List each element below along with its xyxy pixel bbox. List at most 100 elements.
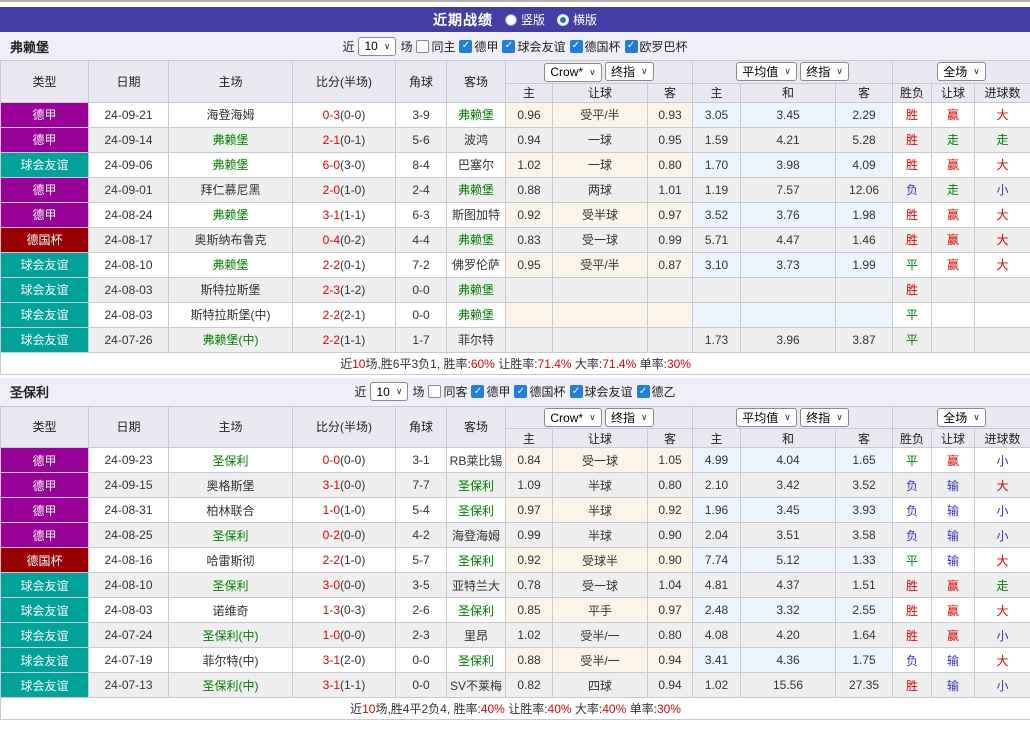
odds-provider-select[interactable]: Crow* ∨	[544, 62, 602, 82]
score-cell[interactable]: 1-0(1-0)	[292, 497, 396, 523]
score-cell[interactable]: 0-0(0-0)	[292, 447, 396, 473]
score-cell[interactable]: 2-1(0-1)	[292, 126, 396, 153]
away-team-cell[interactable]: 圣保利	[446, 497, 506, 523]
league-filter-checkbox[interactable]: ✓	[569, 385, 583, 398]
league-filter[interactable]: ✓ 德甲	[471, 383, 510, 400]
away-team-cell[interactable]: 佛罗伦萨	[446, 251, 506, 278]
avg-odds-select[interactable]: 平均值 ∨	[736, 62, 797, 82]
score-cell[interactable]: 1-3(0-3)	[292, 597, 396, 623]
league-filter-label[interactable]: 球会友谊	[585, 383, 633, 400]
score-cell[interactable]: 0-3(0-0)	[292, 101, 396, 128]
fulltime-score[interactable]: 0-4	[323, 233, 340, 247]
score-cell[interactable]: 3-0(0-0)	[292, 572, 396, 598]
home-team-cell[interactable]: 拜仁慕尼黑	[168, 176, 293, 203]
score-cell[interactable]: 2-2(0-1)	[292, 251, 396, 278]
fulltime-score[interactable]: 6-0	[323, 158, 340, 172]
league-filter[interactable]: ✓ 欧罗巴杯	[624, 38, 688, 55]
league-filter-label[interactable]: 德甲	[486, 383, 510, 400]
league-filter-label[interactable]: 德乙	[652, 383, 676, 400]
fulltime-score[interactable]: 2-1	[323, 133, 340, 147]
score-cell[interactable]: 3-1(1-1)	[292, 201, 396, 228]
home-team-cell[interactable]: 弗赖堡	[168, 151, 293, 178]
fulltime-score[interactable]: 0-2	[323, 528, 340, 542]
home-team-cell[interactable]: 柏林联合	[168, 497, 293, 523]
home-team-cell[interactable]: 哈雷斯彻	[168, 547, 293, 573]
same-venue-checkbox[interactable]	[428, 385, 442, 398]
fulltime-score[interactable]: 1-0	[323, 503, 340, 517]
score-cell[interactable]: 0-4(0-2)	[292, 226, 396, 253]
away-team-cell[interactable]: 圣保利	[446, 597, 506, 623]
fulltime-score[interactable]: 2-3	[323, 283, 340, 297]
score-cell[interactable]: 2-2(2-1)	[292, 301, 396, 328]
home-team-cell[interactable]: 奥格斯堡	[168, 472, 293, 498]
home-team-cell[interactable]: 斯特拉斯堡	[168, 276, 293, 303]
score-cell[interactable]: 1-0(0-0)	[292, 622, 396, 648]
home-team-cell[interactable]: 斯特拉斯堡(中)	[168, 301, 293, 328]
league-filter-checkbox[interactable]: ✓	[624, 39, 638, 53]
fulltime-score[interactable]: 3-1	[323, 208, 340, 222]
fulltime-score[interactable]: 1-0	[323, 628, 340, 642]
same-venue-filter[interactable]: 同主	[416, 38, 455, 55]
league-filter-label[interactable]: 德国杯	[585, 38, 621, 55]
league-filter[interactable]: ✓ 德乙	[636, 383, 676, 400]
same-venue-label[interactable]: 同主	[431, 38, 455, 55]
layout-option-vertical[interactable]: 竖版	[504, 11, 545, 28]
home-team-cell[interactable]: 弗赖堡	[168, 201, 293, 228]
league-filter-checkbox[interactable]: ✓	[514, 385, 528, 398]
away-team-cell[interactable]: 亚特兰大	[446, 572, 506, 598]
fulltime-score[interactable]: 2-2	[323, 258, 340, 272]
score-cell[interactable]: 0-2(0-0)	[292, 522, 396, 548]
league-filter[interactable]: ✓ 德甲	[459, 38, 498, 55]
league-filter-label[interactable]: 德甲	[474, 38, 498, 55]
home-team-cell[interactable]: 奥斯纳布鲁克	[168, 226, 293, 253]
away-team-cell[interactable]: 圣保利	[446, 547, 506, 573]
score-cell[interactable]: 3-1(1-1)	[292, 672, 396, 698]
away-team-cell[interactable]: 弗赖堡	[446, 226, 506, 253]
fulltime-score[interactable]: 3-1	[323, 653, 340, 667]
score-cell[interactable]: 6-0(3-0)	[292, 151, 396, 178]
score-cell[interactable]: 2-0(1-0)	[292, 176, 396, 203]
away-team-cell[interactable]: 弗赖堡	[446, 276, 506, 303]
score-cell[interactable]: 3-1(0-0)	[292, 472, 396, 498]
fulltime-score[interactable]: 0-0	[323, 453, 340, 467]
fulltime-score[interactable]: 3-0	[323, 578, 340, 592]
league-filter-checkbox[interactable]: ✓	[471, 385, 485, 398]
away-team-cell[interactable]: SV不莱梅	[446, 672, 506, 698]
recent-count-select[interactable]: 10 ∨	[370, 382, 409, 401]
scope-select[interactable]: 全场 ∨	[937, 62, 986, 82]
home-team-cell[interactable]: 弗赖堡	[168, 251, 293, 278]
league-filter[interactable]: ✓ 球会友谊	[502, 38, 566, 55]
away-team-cell[interactable]: 弗赖堡	[446, 301, 506, 328]
home-team-cell[interactable]: 菲尔特(中)	[168, 647, 293, 673]
fulltime-score[interactable]: 3-1	[323, 478, 340, 492]
away-team-cell[interactable]: 弗赖堡	[446, 101, 506, 128]
away-team-cell[interactable]: 里昂	[446, 622, 506, 648]
avg-stage-select[interactable]: 终指 ∨	[800, 407, 849, 427]
fulltime-score[interactable]: 3-1	[323, 678, 340, 692]
league-filter[interactable]: ✓ 德国杯	[514, 383, 566, 400]
fulltime-score[interactable]: 2-0	[323, 183, 340, 197]
league-filter-label[interactable]: 欧罗巴杯	[640, 38, 688, 55]
away-team-cell[interactable]: 巴塞尔	[446, 151, 506, 178]
away-team-cell[interactable]: 斯图加特	[446, 201, 506, 228]
home-team-cell[interactable]: 圣保利(中)	[168, 622, 293, 648]
league-filter-checkbox[interactable]: ✓	[459, 39, 473, 53]
same-venue-checkbox[interactable]	[416, 39, 430, 53]
radio-vertical-label[interactable]: 竖版	[521, 11, 545, 28]
away-team-cell[interactable]: 弗赖堡	[446, 176, 506, 203]
home-team-cell[interactable]: 弗赖堡(中)	[168, 326, 293, 353]
same-venue-filter[interactable]: 同客	[428, 383, 467, 400]
home-team-cell[interactable]: 圣保利	[168, 572, 293, 598]
home-team-cell[interactable]: 海登海姆	[168, 101, 293, 128]
same-venue-label[interactable]: 同客	[443, 383, 467, 400]
league-filter-checkbox[interactable]: ✓	[569, 39, 583, 53]
odds-stage-select[interactable]: 终指 ∨	[605, 407, 654, 427]
radio-unselected-icon[interactable]	[504, 13, 517, 26]
odds-stage-select[interactable]: 终指 ∨	[605, 62, 654, 81]
home-team-cell[interactable]: 圣保利	[168, 447, 293, 473]
fulltime-score[interactable]: 2-2	[323, 553, 340, 567]
away-team-cell[interactable]: 海登海姆	[446, 522, 506, 548]
avg-stage-select[interactable]: 终指 ∨	[800, 62, 849, 82]
fulltime-score[interactable]: 2-2	[323, 308, 340, 322]
score-cell[interactable]: 2-3(1-2)	[292, 276, 396, 303]
